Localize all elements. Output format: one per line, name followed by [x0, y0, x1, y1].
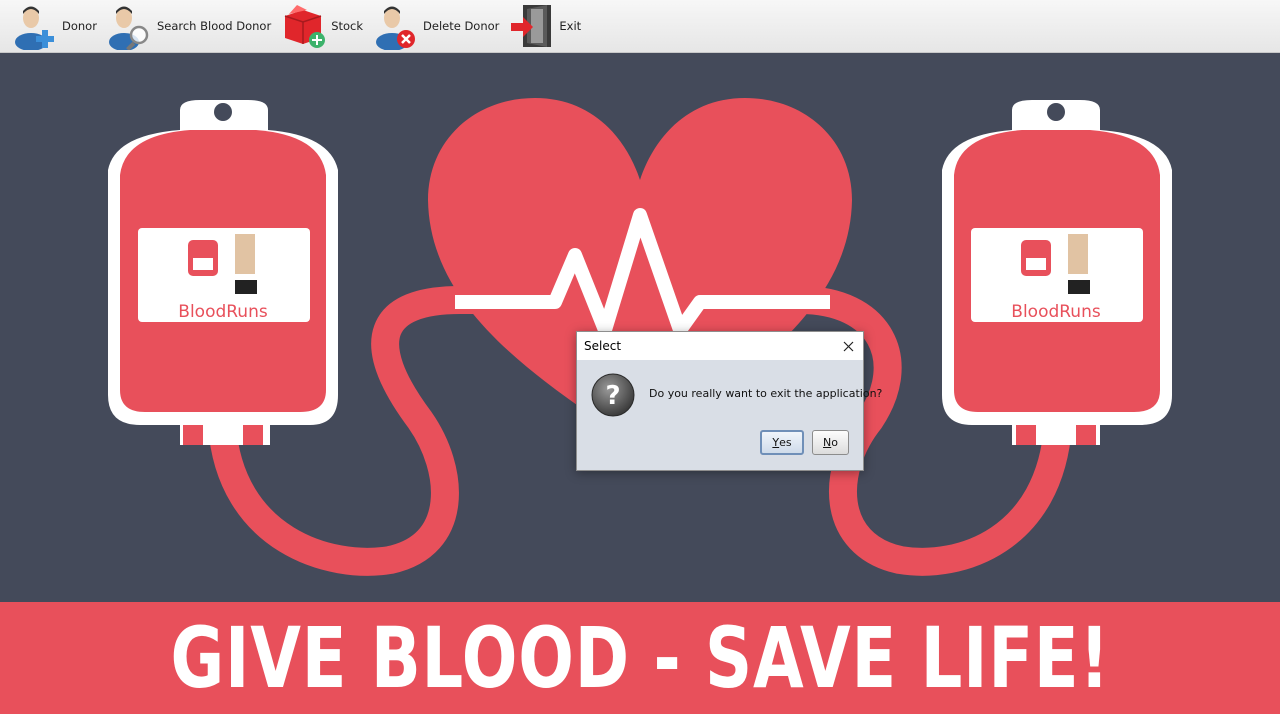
search-user-icon	[108, 6, 149, 50]
close-button[interactable]	[833, 332, 863, 360]
yes-mnemonic: Y	[772, 436, 780, 449]
slogan-banner: GIVE BLOOD - SAVE LIFE!	[0, 602, 1280, 714]
dialog-titlebar: Select	[577, 332, 863, 360]
no-button[interactable]: No	[812, 430, 849, 455]
yes-label-rest: es	[779, 436, 792, 449]
stock-button[interactable]: Stock	[281, 2, 363, 50]
bloodruns-logo: BloodRuns	[1011, 302, 1101, 322]
right-blood-bag: BloodRuns	[942, 100, 1172, 445]
dialog-message: Do you really want to exit the applicati…	[649, 387, 883, 400]
left-blood-bag: BloodRuns	[108, 100, 338, 445]
bloodruns-logo: BloodRuns	[178, 302, 268, 322]
toolbar-label: Search Blood Donor	[156, 19, 272, 33]
add-user-icon	[15, 6, 54, 50]
blood-donation-artwork: BloodRuns BloodRuns	[108, 98, 1172, 576]
toolbar-label: Donor	[62, 19, 97, 33]
search-blood-donor-button[interactable]: Search Blood Donor	[107, 2, 271, 50]
toolbar-label: Exit	[559, 19, 582, 33]
exit-confirm-dialog: Select ? Do you really want to exit the …	[576, 331, 882, 471]
question-icon: ?	[591, 373, 635, 417]
exit-door-icon	[511, 5, 552, 47]
dialog-title: Select	[584, 339, 622, 353]
main-toolbar: Donor Search Blood Donor Stock Delete Do…	[0, 0, 1280, 53]
delete-donor-button[interactable]: Delete Donor	[373, 2, 499, 50]
donor-button[interactable]: Donor	[12, 2, 97, 50]
add-box-icon	[284, 5, 326, 48]
close-icon	[843, 341, 853, 351]
svg-text:?: ?	[605, 381, 620, 411]
delete-user-icon	[376, 6, 416, 50]
exit-button[interactable]: Exit	[509, 2, 581, 50]
yes-button[interactable]: Yes	[760, 430, 804, 455]
no-mnemonic: N	[823, 436, 832, 449]
slogan-text: GIVE BLOOD - SAVE LIFE!	[170, 609, 1110, 707]
toolbar-label: Stock	[331, 19, 364, 33]
no-label-rest: o	[831, 436, 838, 449]
toolbar-label: Delete Donor	[423, 19, 500, 33]
dialog-body: ? Do you really want to exit the applica…	[577, 360, 882, 470]
